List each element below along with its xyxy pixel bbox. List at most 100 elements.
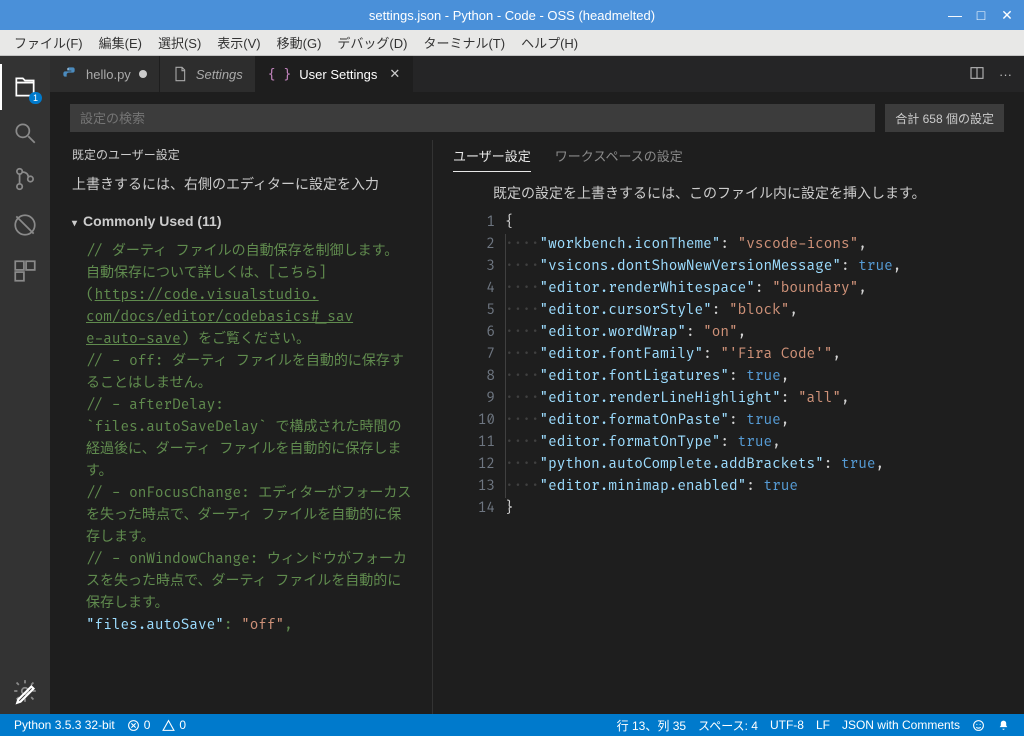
- tab-hello-py[interactable]: hello.py: [50, 56, 160, 92]
- settings-gear-icon[interactable]: [0, 668, 50, 714]
- user-settings-panel: ユーザー設定 ワークスペースの設定 既定の設定を上書きするには、このファイル内に…: [432, 140, 1024, 714]
- line-number: 13: [469, 476, 495, 498]
- section-commonly-used[interactable]: Commonly Used (11): [72, 213, 432, 229]
- line-number: 10: [469, 410, 495, 432]
- code-line[interactable]: ····"editor.minimap.enabled": true: [505, 476, 1024, 498]
- line-number: 6: [469, 322, 495, 344]
- error-icon: [127, 719, 140, 732]
- settings-count: 合計 658 個の設定: [885, 104, 1004, 132]
- titlebar-title: settings.json - Python - Code - OSS (hea…: [369, 8, 655, 23]
- bell-icon: [997, 719, 1010, 732]
- line-number-gutter: 1234567891011121314: [469, 210, 505, 714]
- split-editor-icon[interactable]: [969, 65, 985, 84]
- warning-icon: [162, 719, 175, 732]
- explorer-icon[interactable]: 1: [0, 64, 50, 110]
- tab-user-settings[interactable]: { } User Settings ✕: [256, 56, 413, 92]
- tab-label: Settings: [196, 67, 243, 82]
- explorer-badge: 1: [29, 92, 42, 104]
- status-feedback-icon[interactable]: [966, 719, 991, 732]
- menu-edit[interactable]: 編集(E): [91, 33, 150, 52]
- titlebar: settings.json - Python - Code - OSS (hea…: [0, 0, 1024, 30]
- menu-terminal[interactable]: ターミナル(T): [415, 33, 513, 52]
- status-language[interactable]: JSON with Comments: [836, 718, 966, 732]
- code-line[interactable]: ····"editor.renderLineHighlight": "all",: [505, 388, 1024, 410]
- default-settings-subtitle: 上書きするには、右側のエディターに設定を入力: [72, 173, 432, 197]
- menu-file[interactable]: ファイル(F): [6, 33, 91, 52]
- line-number: 4: [469, 278, 495, 300]
- code-line[interactable]: ····"editor.fontLigatures": true,: [505, 366, 1024, 388]
- editor-area: hello.py Settings { } User Settings ✕ ··…: [50, 56, 1024, 714]
- comment-line: // - onFocusChange: エディターがフォーカスを失った時点で、ダ…: [86, 483, 412, 549]
- more-actions-icon[interactable]: ···: [999, 67, 1012, 82]
- comment-line: // - onWindowChange: ウィンドウがフォーカスを失った時点で、…: [86, 549, 412, 615]
- source-control-icon[interactable]: [0, 156, 50, 202]
- menu-go[interactable]: 移動(G): [269, 33, 330, 52]
- dirty-indicator-icon: [139, 70, 147, 78]
- tab-label: hello.py: [86, 67, 131, 82]
- status-indent[interactable]: スペース: 4: [692, 717, 764, 734]
- code-line[interactable]: ····"editor.fontFamily": "'Fira Code'",: [505, 344, 1024, 366]
- tab-close-icon[interactable]: ✕: [389, 66, 400, 82]
- status-bar: Python 3.5.3 32-bit 0 0 行 13、列 35 スペース: …: [0, 714, 1024, 736]
- search-icon[interactable]: [0, 110, 50, 156]
- default-settings-panel: 既定のユーザー設定 上書きするには、右側のエディターに設定を入力 Commonl…: [50, 140, 432, 714]
- code-line[interactable]: ····"editor.renderWhitespace": "boundary…: [505, 278, 1024, 300]
- status-notifications-icon[interactable]: [991, 719, 1016, 732]
- json-file-icon: { }: [268, 67, 291, 82]
- code-line[interactable]: {: [505, 212, 1024, 234]
- tab-settings[interactable]: Settings: [160, 56, 256, 92]
- tab-label: User Settings: [299, 67, 377, 82]
- menu-view[interactable]: 表示(V): [209, 33, 268, 52]
- pencil-icon: [14, 680, 40, 706]
- code-lines[interactable]: {····"workbench.iconTheme": "vscode-icon…: [505, 210, 1024, 714]
- status-encoding[interactable]: UTF-8: [764, 718, 810, 732]
- default-kv: "files.autoSave": "off",: [86, 615, 412, 637]
- settings-search-input[interactable]: [70, 104, 875, 132]
- settings-json-editor[interactable]: 1234567891011121314 {····"workbench.icon…: [433, 210, 1024, 714]
- scope-tab-user[interactable]: ユーザー設定: [453, 146, 531, 172]
- minimize-button[interactable]: —: [944, 7, 966, 23]
- status-warnings[interactable]: 0: [156, 718, 192, 732]
- window-controls: — □ ✕: [944, 0, 1018, 30]
- status-errors[interactable]: 0: [121, 718, 157, 732]
- debug-icon[interactable]: [0, 202, 50, 248]
- extensions-icon[interactable]: [0, 248, 50, 294]
- code-line[interactable]: ····"vsicons.dontShowNewVersionMessage":…: [505, 256, 1024, 278]
- close-button[interactable]: ✕: [996, 7, 1018, 24]
- code-line[interactable]: ····"editor.formatOnPaste": true,: [505, 410, 1024, 432]
- code-line[interactable]: ····"workbench.iconTheme": "vscode-icons…: [505, 234, 1024, 256]
- default-settings-content[interactable]: // ダーティ ファイルの自動保存を制御します。自動保存について詳しくは、[こち…: [72, 241, 432, 714]
- maximize-button[interactable]: □: [970, 7, 992, 23]
- line-number: 2: [469, 234, 495, 256]
- menu-select[interactable]: 選択(S): [150, 33, 209, 52]
- menu-debug[interactable]: デバッグ(D): [329, 33, 415, 52]
- code-line[interactable]: ····"editor.wordWrap": "on",: [505, 322, 1024, 344]
- line-number: 1: [469, 212, 495, 234]
- comment-line: // ダーティ ファイルの自動保存を制御します。自動保存について詳しくは、[こち…: [86, 241, 412, 285]
- comment-line: (https://code.visualstudio.com/docs/edit…: [86, 285, 412, 351]
- line-number: 14: [469, 498, 495, 520]
- comment-line: // - off: ダーティ ファイルを自動的に保存することはしません。: [86, 351, 412, 395]
- glyph-margin: [433, 210, 469, 714]
- settings-scope-tabs: ユーザー設定 ワークスペースの設定: [433, 140, 1024, 172]
- file-icon: [172, 66, 188, 82]
- status-line-col[interactable]: 行 13、列 35: [611, 717, 692, 734]
- status-python-version[interactable]: Python 3.5.3 32-bit: [8, 718, 121, 732]
- scope-tab-workspace[interactable]: ワークスペースの設定: [555, 146, 683, 172]
- line-number: 9: [469, 388, 495, 410]
- comment-line: // - afterDelay: `files.autoSaveDelay` で…: [86, 395, 412, 483]
- code-line[interactable]: ····"editor.cursorStyle": "block",: [505, 300, 1024, 322]
- code-line[interactable]: ····"editor.formatOnType": true,: [505, 432, 1024, 454]
- menu-help[interactable]: ヘルプ(H): [513, 33, 586, 52]
- line-number: 3: [469, 256, 495, 278]
- activity-bar: 1: [0, 56, 50, 714]
- settings-body: 既定のユーザー設定 上書きするには、右側のエディターに設定を入力 Commonl…: [50, 140, 1024, 714]
- code-line[interactable]: }: [505, 498, 1024, 520]
- status-eol[interactable]: LF: [810, 718, 836, 732]
- line-number: 5: [469, 300, 495, 322]
- smiley-icon: [972, 719, 985, 732]
- code-line[interactable]: ····"python.autoComplete.addBrackets": t…: [505, 454, 1024, 476]
- line-number: 7: [469, 344, 495, 366]
- line-number: 12: [469, 454, 495, 476]
- python-file-icon: [62, 66, 78, 82]
